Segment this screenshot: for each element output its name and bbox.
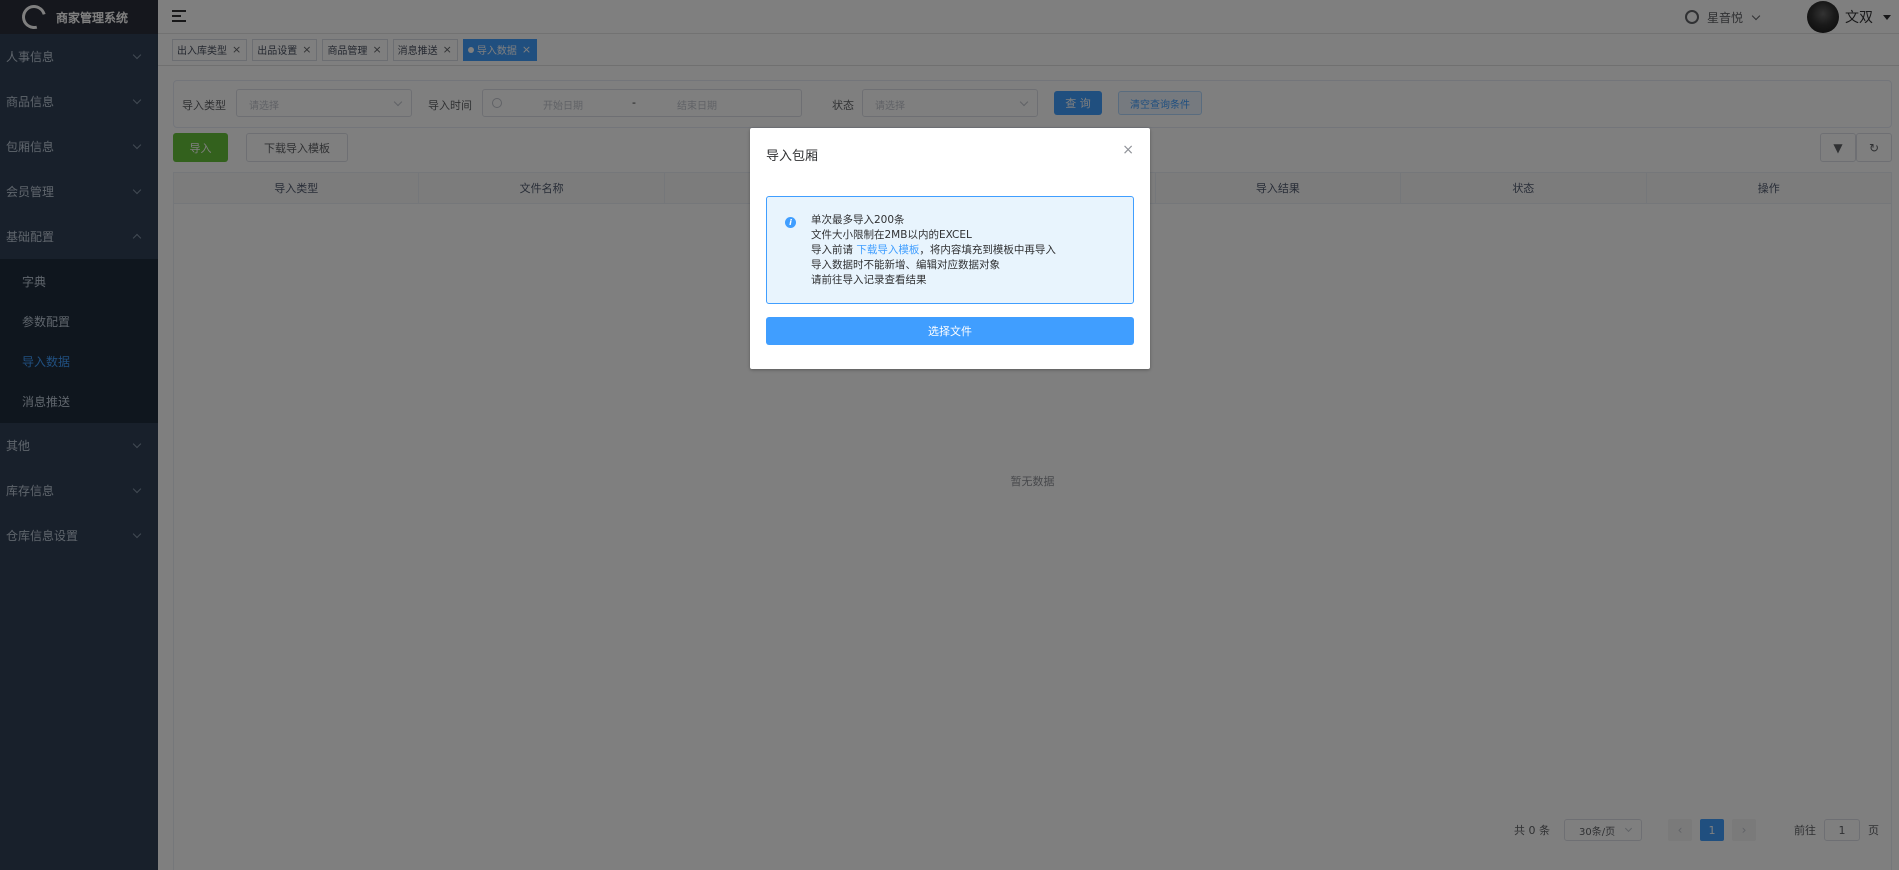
download-template-link[interactable]: 下载导入模板 <box>856 244 919 256</box>
select-file-button[interactable]: 选择文件 <box>766 317 1134 345</box>
import-tips-alert: i 单次最多导入200条 文件大小限制在2MB以内的EXCEL 导入前请 下载导… <box>766 196 1134 304</box>
import-dialog: 导入包厢 × i 单次最多导入200条 文件大小限制在2MB以内的EXCEL 导… <box>750 128 1150 369</box>
info-icon: i <box>785 217 796 228</box>
dialog-title: 导入包厢 <box>766 149 819 164</box>
tips-text: 单次最多导入200条 文件大小限制在2MB以内的EXCEL 导入前请 下载导入模… <box>811 214 1056 286</box>
close-icon[interactable]: × <box>1122 142 1134 158</box>
